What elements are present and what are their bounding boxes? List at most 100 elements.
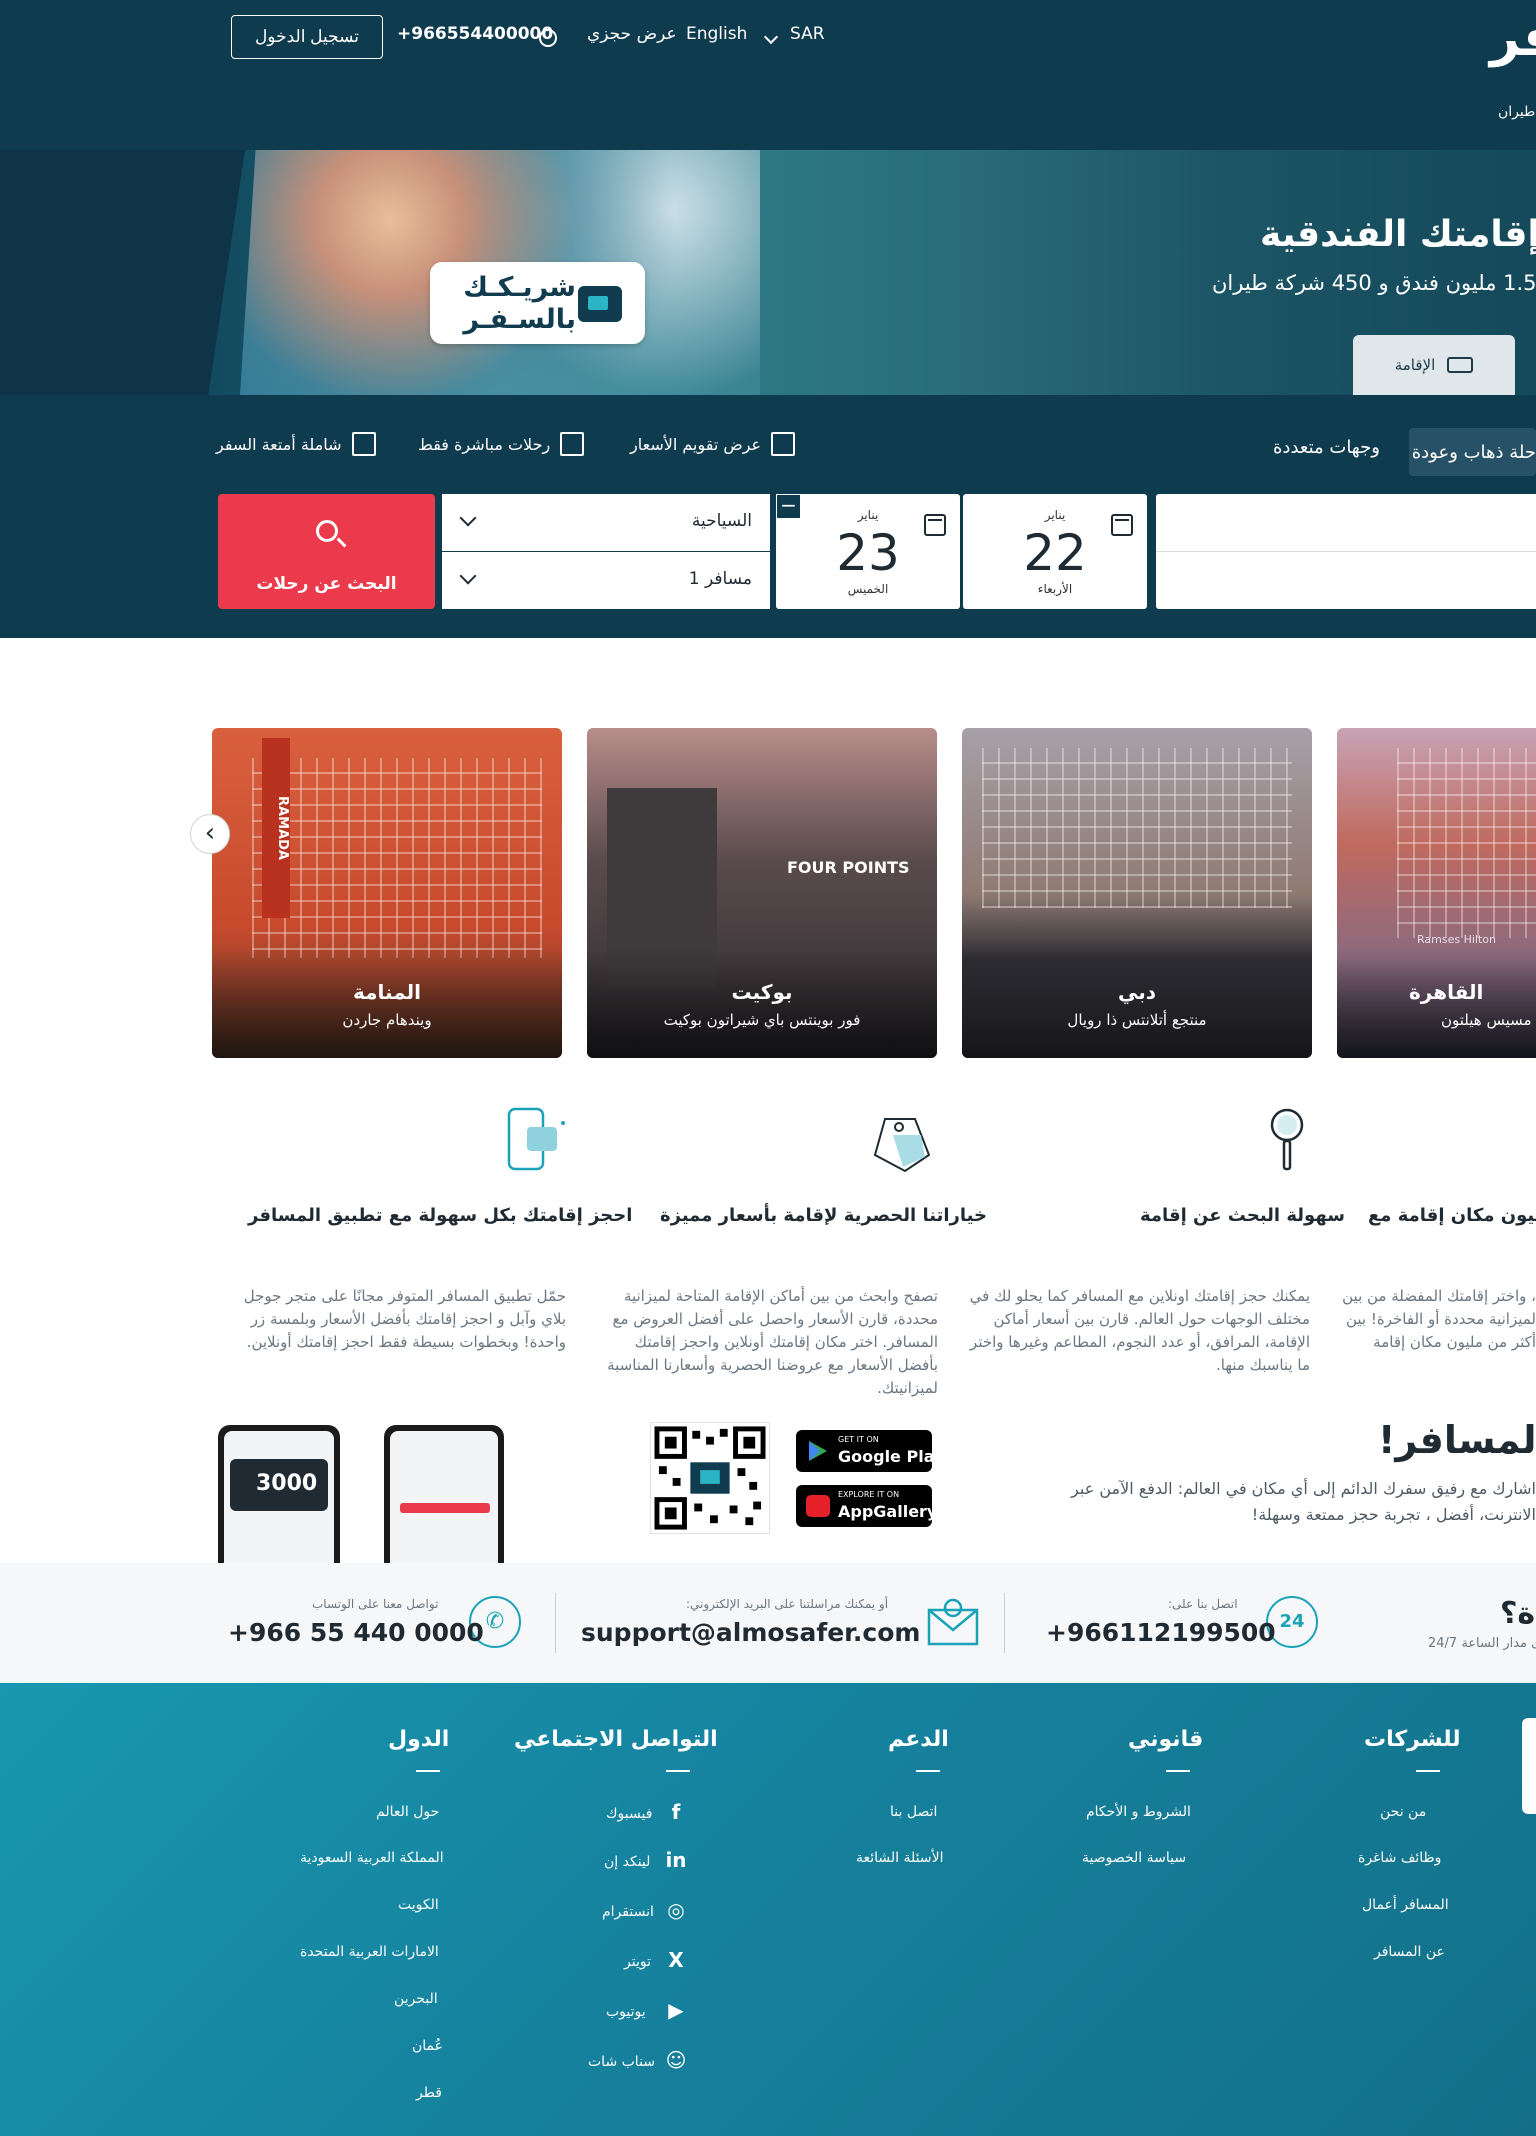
hero-dark-panel [0,150,245,395]
footer-social-link[interactable]: انستقرام [602,1904,654,1920]
option-price-calendar-label: عرض تقويم الأسعار [630,434,762,454]
footer-link[interactable]: سياسة الخصوصية [1082,1850,1186,1866]
partner-badge-text: شريـكـك بالسـفـر [456,272,576,336]
phone-screen [390,1431,498,1565]
destination-hotel: منتجع أتلانتس ذا رويال [1067,1011,1207,1029]
checkbox-icon[interactable] [560,432,585,456]
building-windows [982,748,1292,908]
search-flights-button[interactable]: البحث عن رحلات [218,494,435,609]
trip-type-multi[interactable]: وجهات متعددة [1273,437,1380,458]
footer-link[interactable]: البحرين [394,1991,438,2007]
footer-heading-legal: قانوني [1128,1727,1204,1752]
help-title: ة؟ [1500,1596,1536,1631]
footer-link[interactable]: الامارات العربية المتحدة [300,1944,439,1960]
whatsapp-number[interactable]: +966 55 440 0000 [228,1618,484,1647]
departure-date[interactable]: يناير 22 الأربعاء [963,494,1147,609]
linkedin-icon[interactable]: in [663,1848,689,1872]
hotel-sign: RAMADA [262,738,290,918]
option-direct-only[interactable]: رحلات مباشرة فقط [418,432,585,456]
tab-stays[interactable]: الإقامة [1353,335,1515,395]
footer-link[interactable]: من نحن [1380,1804,1426,1820]
footer-link[interactable]: وظائف شاغرة [1358,1850,1441,1866]
youtube-icon[interactable]: ▶ [663,1998,689,2022]
support-phone[interactable]: +966554400000 [397,24,553,44]
email-address[interactable]: support@almosafer.com [581,1618,920,1647]
hero-subtitle: من 1.5 مليون فندق و 450 شركة طيران [1212,271,1536,295]
destination-city: القاهرة [1409,980,1484,1004]
my-booking-link[interactable]: عرض حجزي [587,24,677,44]
carousel-prev-button[interactable]: ‹ [190,814,230,854]
footer-link[interactable]: المملكة العربية السعودية [300,1850,444,1866]
trip-type-roundtrip[interactable]: حلة ذهاب وعودة [1409,428,1536,476]
snapchat-icon[interactable]: ☺ [663,2048,689,2072]
footer-link[interactable]: عُمان [412,2038,443,2054]
chevron-down-icon [459,567,477,585]
destination-card[interactable]: RAMADA المنامة ويندهام جاردن [212,728,562,1058]
building-windows [252,758,542,958]
footer-link[interactable]: المسافر أعمال [1362,1897,1449,1913]
footer-social-link[interactable]: فيسبوك [606,1806,652,1822]
site-logo[interactable]: فر [1490,8,1536,68]
wallet-card: 3000 [230,1459,328,1511]
badge-line-2: بالسـفـر [463,304,576,335]
email-label: أو يمكنك مراسلتنا على البريد الإلكتروني: [686,1597,889,1611]
passengers-select[interactable]: 1 مسافر [442,552,770,609]
x-twitter-icon[interactable]: X [663,1948,689,1972]
cabin-class-value: السياحية [691,511,752,531]
huawei-icon [806,1495,830,1517]
footer-link[interactable]: عن المسافر [1374,1944,1445,1960]
destination-city: بوكيت [731,980,793,1004]
return-date[interactable]: يناير 23 الخميس [776,494,960,609]
feature-title: ن مليون مكان إقامة مع [1368,1205,1536,1226]
origin-destination-fields[interactable] [1156,494,1536,609]
footer-underline [666,1770,690,1772]
destination-card[interactable]: Ramses Hilton القاهرة مسيس هيلتون [1337,728,1536,1058]
contact-divider [1004,1593,1005,1653]
footer-link[interactable]: الأسئلة الشائعة [856,1850,944,1866]
hotel-sign: FOUR POINTS [787,858,910,877]
footer-social-link[interactable]: تويتر [624,1954,651,1970]
app-section-title: ق المسافر! [1378,1418,1536,1462]
footer-link[interactable]: حول العالم [376,1804,439,1820]
language-switch[interactable]: English [686,24,747,44]
destination-city: دبي [1117,980,1156,1004]
search-icon [316,520,338,542]
calendar-icon [924,514,946,536]
destination-city: المنامة [353,980,421,1004]
nav-tab-flights[interactable]: طيران [1498,104,1535,120]
footer-link[interactable]: الكويت [398,1897,439,1913]
call-number[interactable]: +966112199500 [1046,1618,1276,1647]
feature-title: خياراتنا الحصرية لإقامة بأسعار مميزة [660,1205,987,1226]
google-play-button[interactable]: GET IT ON Google Play [796,1430,944,1472]
footer-logo-edge [1522,1718,1536,1814]
mobile-app-icon [507,1107,565,1171]
checkbox-icon[interactable] [351,432,376,456]
footer-link[interactable]: قطر [416,2085,442,2101]
badge-line-1: شريـكـك [463,272,576,303]
remove-return-button[interactable]: − [776,494,801,519]
bed-icon [1447,357,1474,373]
return-weekday: الخميس [847,582,889,596]
option-baggage[interactable]: شاملة أمتعة السفر [216,432,376,456]
currency-selector[interactable]: SAR [790,24,825,44]
checkbox-icon[interactable] [771,432,796,456]
login-button[interactable]: تسجيل الدخول [231,15,383,59]
passengers-value: 1 مسافر [688,569,752,589]
footer-social-link[interactable]: يوتيوب [606,2004,646,2020]
footer-link[interactable]: الشروط و الأحكام [1086,1804,1191,1820]
price-tag-icon [873,1118,931,1173]
facebook-icon[interactable]: f [663,1800,689,1824]
footer-social-link[interactable]: لينكد إن [604,1854,650,1870]
cabin-class-select[interactable]: السياحية [442,494,770,551]
appgallery-label: AppGallery [838,1502,938,1521]
option-price-calendar[interactable]: عرض تقويم الأسعار [630,432,796,456]
appgallery-button[interactable]: EXPLORE IT ON AppGallery [796,1485,937,1527]
footer-social-link[interactable]: سناب شات [588,2054,655,2070]
destination-card[interactable]: دبي منتجع أتلانتس ذا رويال [962,728,1312,1058]
destination-card[interactable]: FOUR POINTS بوكيت فور بوينتس باي شيراتون… [587,728,937,1058]
footer-underline [916,1770,940,1772]
feature-title: سهولة البحث عن إقامة [1140,1205,1345,1226]
phone-search-button [400,1503,490,1513]
footer-link[interactable]: اتصل بنا [890,1804,937,1820]
instagram-icon[interactable]: ◎ [663,1898,689,1922]
